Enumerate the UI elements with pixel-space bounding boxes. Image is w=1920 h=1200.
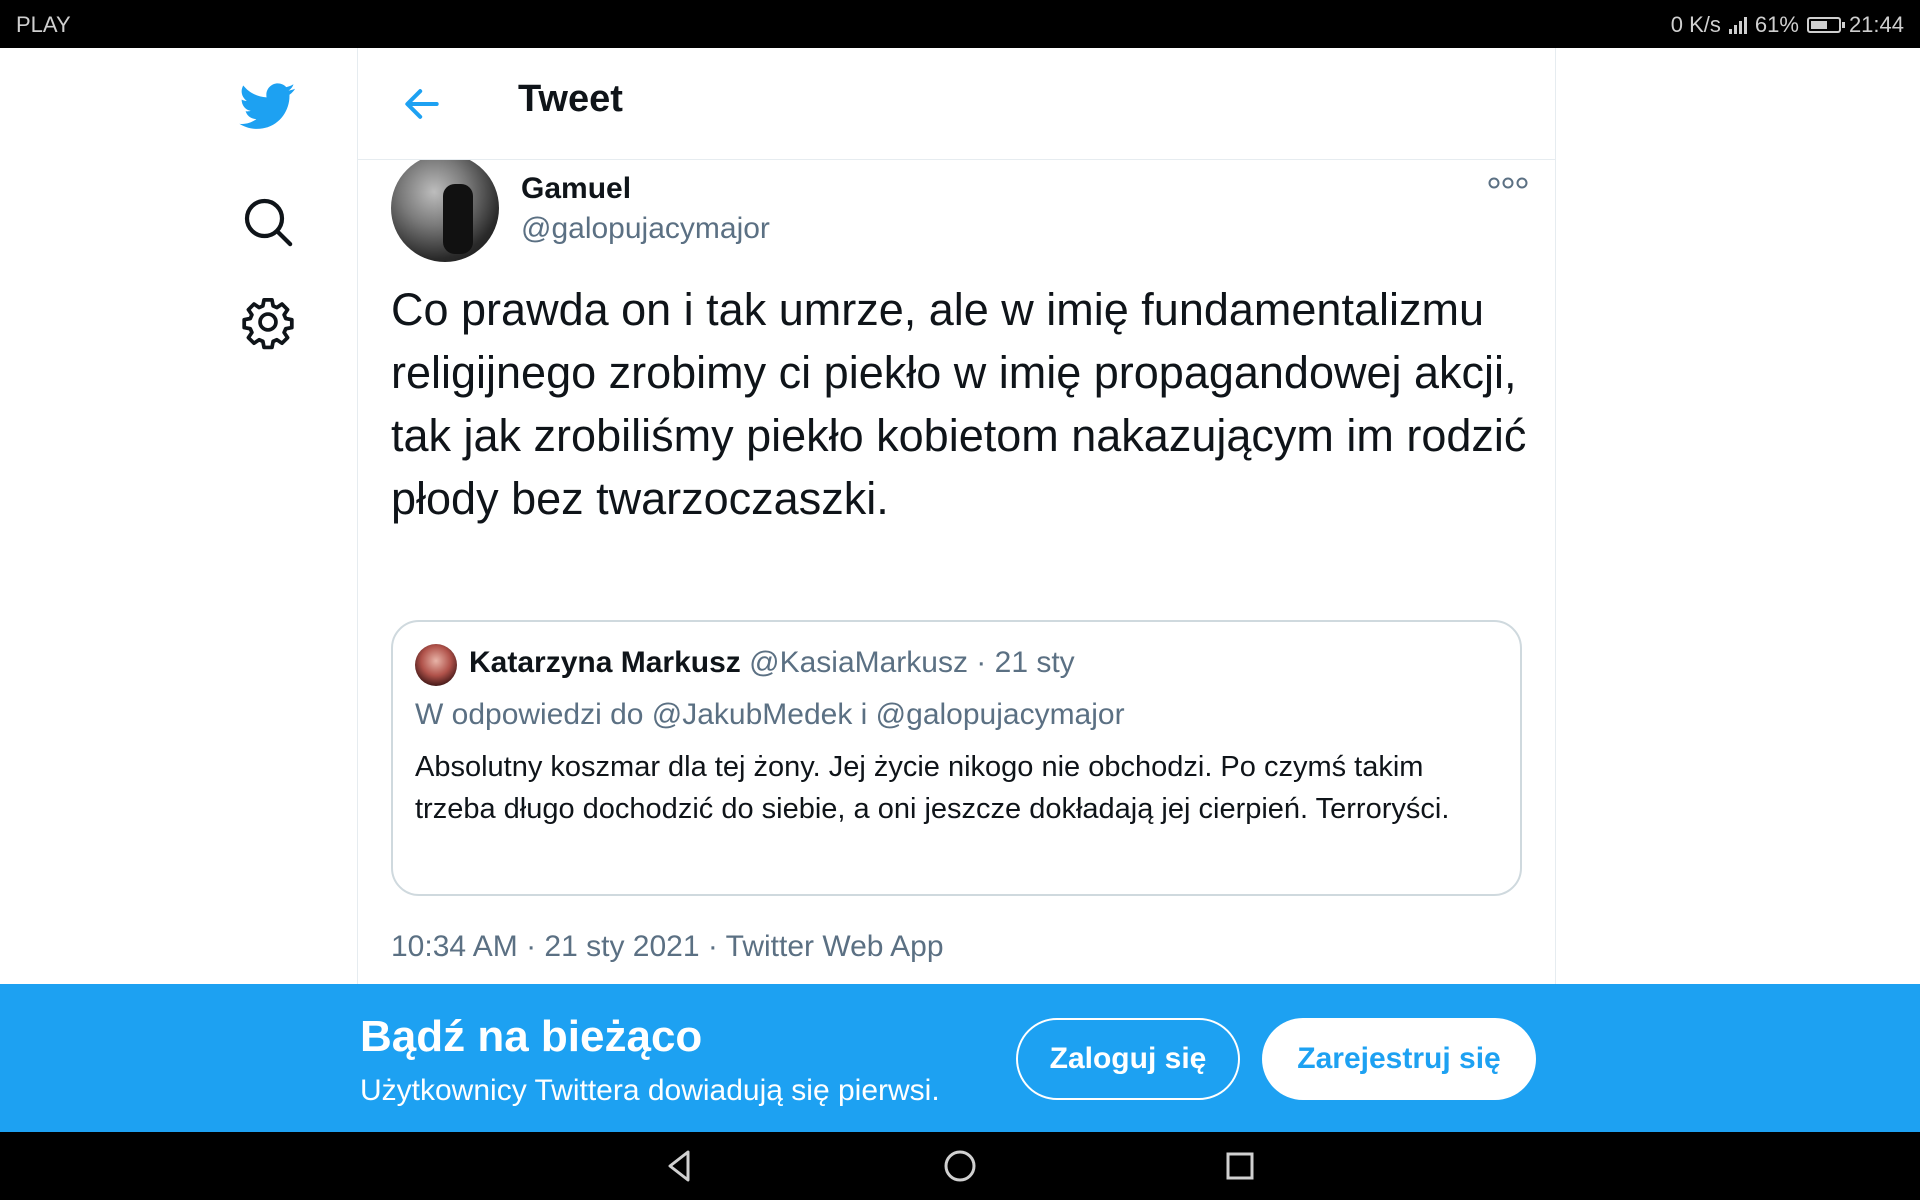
quoted-tweet[interactable]: Katarzyna Markusz @KasiaMarkusz · 21 sty…	[391, 620, 1522, 896]
battery-icon	[1806, 17, 1845, 33]
signup-button[interactable]: Zarejestruj się	[1262, 1018, 1536, 1100]
tweet-text: Co prawda on i tak umrze, ale w imię fun…	[391, 284, 1527, 524]
quote-reply-to: W odpowiedzi do @JakubMedek i @galopujac…	[415, 698, 1125, 731]
more-options-icon[interactable]	[1486, 168, 1530, 198]
gear-icon[interactable]	[240, 294, 296, 350]
quote-header: Katarzyna Markusz @KasiaMarkusz · 21 sty	[469, 646, 1075, 680]
arrow-left-icon[interactable]	[400, 82, 444, 126]
carrier-label: PLAY	[16, 12, 71, 37]
quote-author-meta: @KasiaMarkusz · 21 sty	[749, 646, 1075, 679]
author-name[interactable]: Gamuel	[521, 172, 631, 206]
battery-percent: 61%	[1754, 12, 1799, 37]
left-navigation	[0, 48, 357, 984]
nav-home-icon[interactable]	[940, 1146, 980, 1186]
quote-avatar	[415, 644, 457, 686]
battery-fill	[1810, 21, 1827, 29]
author-handle[interactable]: @galopujacymajor	[521, 212, 770, 246]
nav-back-icon[interactable]	[660, 1146, 700, 1186]
nav-recent-apps-icon[interactable]	[1220, 1146, 1260, 1186]
android-navigation-bar	[0, 1132, 1920, 1200]
network-speed: 0 K/s	[1670, 12, 1721, 37]
main-column: Tweet Gamuel @galopujacymajor Co prawda …	[357, 48, 1556, 984]
system-status-bar: PLAY 0 K/s 61% 21:44	[0, 0, 1920, 48]
signal-icon	[1728, 16, 1747, 34]
quote-author-name: Katarzyna Markusz	[469, 646, 741, 679]
quote-text: Absolutny koszmar dla tej żony. Jej życi…	[415, 751, 1450, 825]
status-right: 0 K/s 61% 21:44	[1671, 12, 1904, 38]
tweet-timestamp[interactable]: 10:34 AM · 21 sty 2021 · Twitter Web App	[391, 930, 944, 964]
page-title: Tweet	[518, 78, 623, 120]
login-button[interactable]: Zaloguj się	[1016, 1018, 1240, 1100]
page-header: Tweet	[358, 48, 1555, 160]
banner-title: Bądź na bieżąco	[360, 1012, 703, 1061]
signup-banner: Bądź na bieżąco Użytkownicy Twittera dow…	[0, 984, 1920, 1132]
banner-subtitle: Użytkownicy Twittera dowiadują się pierw…	[360, 1074, 940, 1107]
twitter-bird-icon[interactable]	[236, 78, 300, 134]
search-icon[interactable]	[240, 194, 296, 250]
avatar[interactable]	[391, 160, 499, 262]
clock: 21:44	[1848, 12, 1904, 37]
